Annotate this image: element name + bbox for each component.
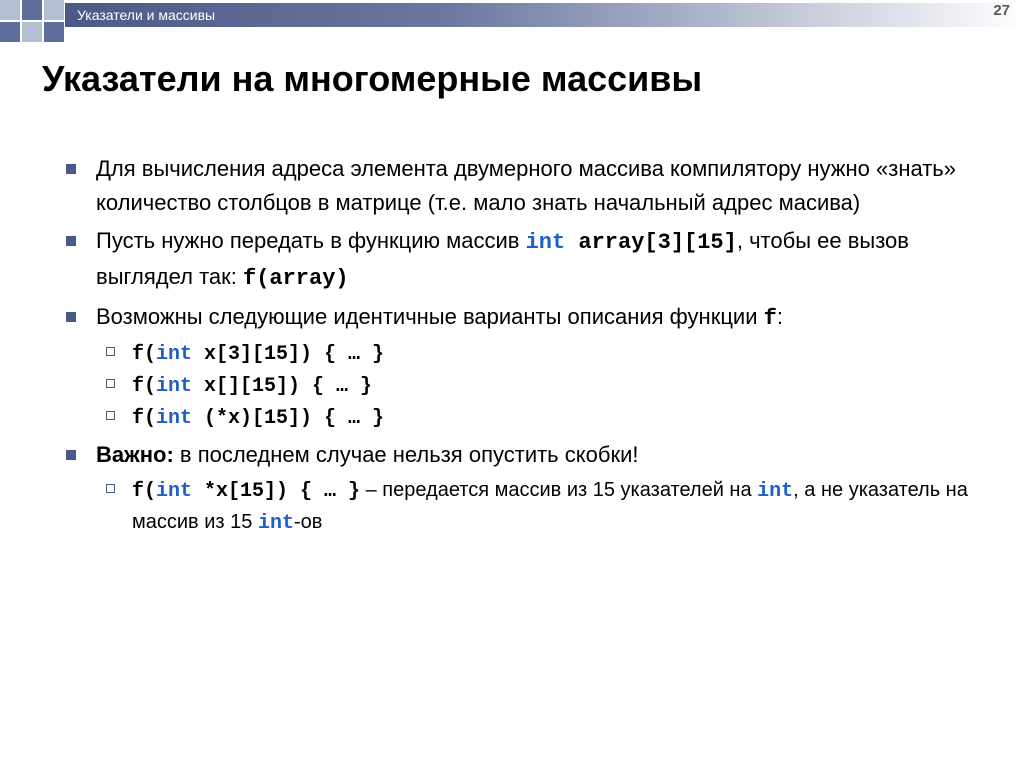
list-item: f(int *x[15]) { … } – передается массив … xyxy=(96,475,980,539)
code-text: f( xyxy=(132,407,156,430)
bullet-text: Для вычисления адреса элемента двумерног… xyxy=(96,156,956,215)
code-text: f( xyxy=(132,375,156,398)
header-decoration xyxy=(0,0,65,42)
bullet-text: Пусть нужно передать в функцию массив xyxy=(96,228,526,253)
code-text: f( xyxy=(132,480,156,503)
code-text: x[][15]) { … } xyxy=(192,375,372,398)
list-item: Возможны следующие идентичные варианты о… xyxy=(66,300,980,434)
keyword: int xyxy=(156,375,192,398)
code-inline: f(array) xyxy=(243,266,349,291)
keyword: int xyxy=(156,480,192,503)
slide: Указатели и массивы 27 Указатели на мног… xyxy=(0,0,1024,767)
code-text: *x[15]) { … } xyxy=(192,480,360,503)
bullet-bold: Важно: xyxy=(96,442,174,467)
code-inline: f(int x[][15]) { … } xyxy=(132,375,372,398)
keyword: int xyxy=(156,407,192,430)
code-inline: f(int x[3][15]) { … } xyxy=(132,343,384,366)
bullet-text: – передается массив из 15 указателей на xyxy=(360,479,757,501)
keyword: int xyxy=(757,480,793,503)
list-item: Важно: в последнем случае нельзя опустит… xyxy=(66,438,980,538)
keyword: int xyxy=(156,343,192,366)
bullet-text: Возможны следующие идентичные варианты о… xyxy=(96,304,764,329)
page-title: Указатели на многомерные массивы xyxy=(42,58,994,99)
list-item: f(int x[3][15]) { … } xyxy=(96,338,980,370)
list-item: Пусть нужно передать в функцию массив in… xyxy=(66,224,980,296)
code-inline: f xyxy=(764,306,777,331)
code-inline: f(int *x[15]) { … } xyxy=(132,480,360,503)
bullet-text: в последнем случае нельзя опустить скобк… xyxy=(174,442,639,467)
code-inline: f(int (*x)[15]) { … } xyxy=(132,407,384,430)
code-text: array[3][15] xyxy=(565,230,737,255)
keyword: int xyxy=(526,230,566,255)
page-number: 27 xyxy=(993,2,1010,19)
list-item: f(int (*x)[15]) { … } xyxy=(96,402,980,434)
list-item: f(int x[][15]) { … } xyxy=(96,370,980,402)
code-text: (*x)[15]) { … } xyxy=(192,407,384,430)
list-item: Для вычисления адреса элемента двумерног… xyxy=(66,152,980,220)
breadcrumb: Указатели и массивы xyxy=(65,3,1024,27)
code-text: x[3][15]) { … } xyxy=(192,343,384,366)
code-text: f( xyxy=(132,343,156,366)
breadcrumb-text: Указатели и массивы xyxy=(77,7,215,23)
bullet-text: -ов xyxy=(294,511,322,533)
keyword: int xyxy=(258,512,294,535)
bullet-text: : xyxy=(777,304,783,329)
content-area: Для вычисления адреса элемента двумерног… xyxy=(66,152,980,543)
code-inline: int array[3][15] xyxy=(526,230,737,255)
